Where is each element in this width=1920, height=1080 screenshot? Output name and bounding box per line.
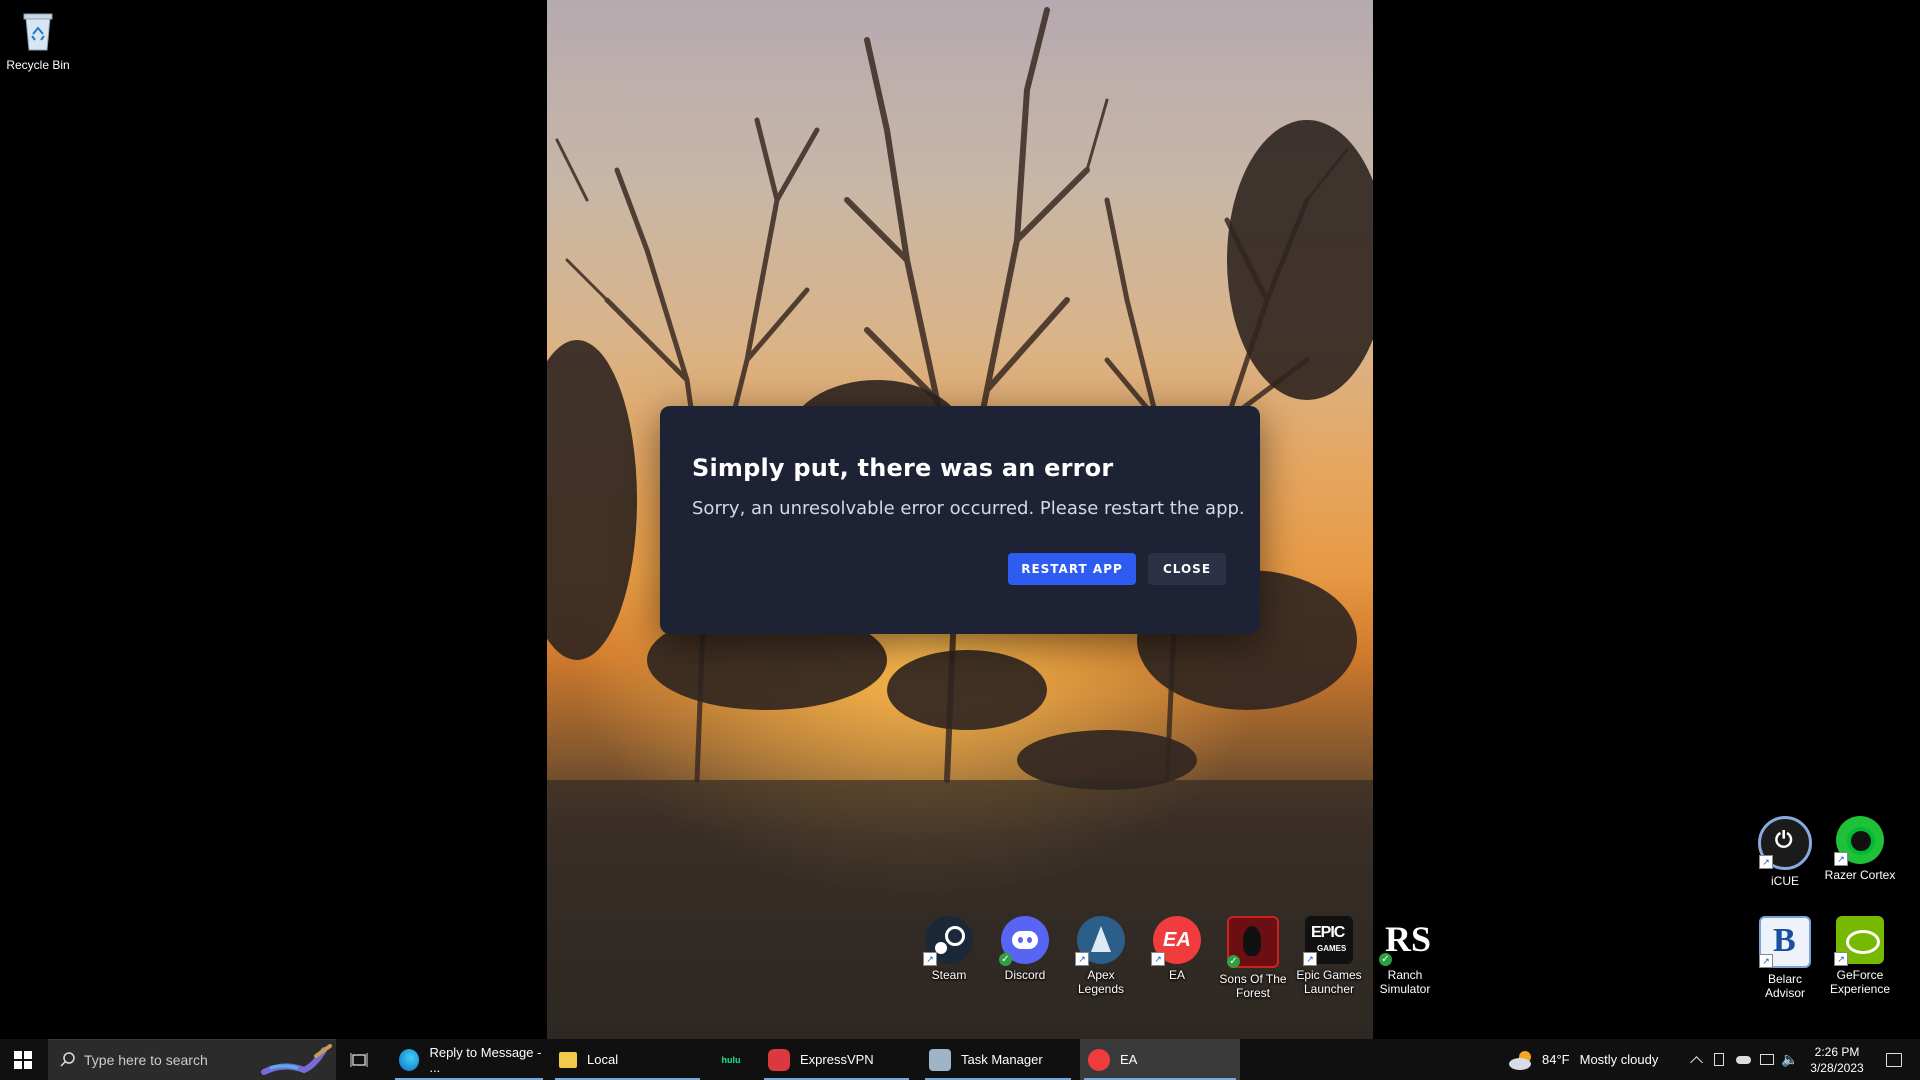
steam-shortcut[interactable]: ↗ Steam — [911, 916, 987, 982]
start-button[interactable] — [0, 1039, 46, 1080]
weather-cloud-sun-icon — [1509, 1050, 1531, 1070]
taskbar-app-explorer[interactable]: Local — [551, 1039, 704, 1080]
ranch-simulator-shortcut[interactable]: RS ✓ Ranch Simulator — [1367, 916, 1443, 996]
restart-app-button[interactable]: RESTART APP — [1008, 553, 1136, 585]
notification-icon — [1886, 1052, 1902, 1067]
ea-icon — [1088, 1048, 1110, 1071]
clock-time: 2:26 PM — [1814, 1044, 1860, 1059]
task-manager-icon — [929, 1048, 951, 1071]
notifications-button[interactable] — [1874, 1039, 1914, 1080]
windows-logo-icon — [14, 1050, 32, 1069]
ranch-simulator-icon: RS ✓ — [1379, 916, 1431, 966]
icue-icon: ⏻ ↗ — [1758, 816, 1812, 870]
taskbar-app-edge[interactable]: Reply to Message - ... — [391, 1039, 547, 1080]
tablet-icon — [1714, 1053, 1724, 1066]
steam-icon: ↗ — [923, 916, 973, 966]
tray-device-icon[interactable] — [1711, 1039, 1727, 1080]
recycle-bin-label: Recycle Bin — [6, 58, 70, 72]
apex-legends-label: Apex Legends — [1077, 968, 1125, 996]
taskbar-app-label: EA — [1120, 1052, 1138, 1067]
error-dialog: Simply put, there was an error Sorry, an… — [660, 406, 1260, 634]
icue-label: iCUE — [1770, 874, 1799, 888]
razer-cortex-label: Razer Cortex — [1824, 868, 1896, 882]
icue-shortcut[interactable]: ⏻ ↗ iCUE — [1747, 816, 1823, 888]
taskbar-app-label: Task Manager — [961, 1052, 1043, 1067]
discord-icon: ✓ — [999, 916, 1049, 966]
dialog-title: Simply put, there was an error — [692, 454, 1114, 482]
razer-cortex-icon: ↗ — [1834, 816, 1884, 866]
apex-legends-icon: ↗ — [1075, 916, 1125, 966]
weather-condition: Mostly cloudy — [1579, 1052, 1659, 1067]
sons-of-the-forest-shortcut[interactable]: ✓ Sons Of The Forest — [1215, 916, 1291, 1000]
network-icon — [1760, 1054, 1774, 1065]
onedrive-tray-icon[interactable] — [1733, 1039, 1753, 1080]
ea-label: EA — [1168, 968, 1185, 982]
epic-games-launcher-label: Epic Games Launcher — [1296, 968, 1362, 996]
volume-tray-icon[interactable]: 🔈 — [1779, 1039, 1801, 1080]
weather-widget[interactable]: 84°F Mostly cloudy — [1508, 1039, 1658, 1080]
sons-of-the-forest-icon: ✓ — [1227, 916, 1279, 968]
taskbar-app-task-manager[interactable]: Task Manager — [921, 1039, 1075, 1080]
search-highlight-brush-icon — [261, 1044, 332, 1075]
show-hidden-icons-button[interactable] — [1685, 1039, 1707, 1080]
belarc-advisor-label: Belarc Advisor — [1764, 972, 1805, 1000]
ea-icon: EA ↗ — [1151, 916, 1201, 966]
taskbar-search-box[interactable]: Type here to search — [48, 1039, 336, 1080]
chevron-up-icon — [1689, 1055, 1703, 1069]
belarc-advisor-shortcut[interactable]: B ↗ Belarc Advisor — [1747, 916, 1823, 1000]
clock[interactable]: 2:26 PM 3/28/2023 — [1804, 1039, 1870, 1080]
ea-shortcut[interactable]: EA ↗ EA — [1139, 916, 1215, 982]
apex-legends-shortcut[interactable]: ↗ Apex Legends — [1063, 916, 1139, 996]
taskbar-app-label: ExpressVPN — [800, 1052, 874, 1067]
razer-cortex-shortcut[interactable]: ↗ Razer Cortex — [1822, 816, 1898, 882]
speaker-icon: 🔈 — [1781, 1051, 1799, 1067]
clock-date: 3/28/2023 — [1810, 1060, 1864, 1075]
network-tray-icon[interactable] — [1757, 1039, 1777, 1080]
cloud-icon — [1735, 1055, 1751, 1064]
taskbar-app-label: Reply to Message - ... — [429, 1044, 542, 1075]
taskbar-app-expressvpn[interactable]: ExpressVPN — [760, 1039, 913, 1080]
steam-label: Steam — [931, 968, 967, 982]
task-view-icon — [350, 1052, 368, 1067]
taskbar-app-ea[interactable]: EA — [1080, 1039, 1240, 1080]
taskbar-app-label: Local — [587, 1052, 619, 1067]
epic-games-icon: EPIC GAMES ↗ — [1303, 916, 1353, 966]
discord-shortcut[interactable]: ✓ Discord — [987, 916, 1063, 982]
epic-games-launcher-shortcut[interactable]: EPIC GAMES ↗ Epic Games Launcher — [1291, 916, 1367, 996]
close-button[interactable]: CLOSE — [1148, 553, 1226, 585]
expressvpn-icon — [768, 1048, 790, 1071]
weather-temp: 84°F — [1542, 1052, 1570, 1067]
task-view-button[interactable] — [344, 1039, 374, 1080]
taskbar-app-hulu[interactable]: hulu — [712, 1039, 752, 1080]
belarc-advisor-icon: B ↗ — [1759, 916, 1811, 968]
recycle-bin-shortcut[interactable]: Recycle Bin — [0, 6, 76, 72]
edge-icon — [399, 1048, 420, 1071]
folder-icon — [559, 1051, 577, 1068]
search-placeholder: Type here to search — [84, 1052, 208, 1068]
hulu-icon: hulu — [720, 1048, 742, 1071]
recycle-bin-icon — [14, 6, 62, 54]
ranch-simulator-label: Ranch Simulator — [1379, 968, 1431, 996]
geforce-experience-icon: ↗ — [1834, 916, 1884, 966]
sons-of-the-forest-label: Sons Of The Forest — [1219, 972, 1287, 1000]
search-icon — [60, 1052, 75, 1067]
taskbar: Type here to search Reply to Message - .… — [0, 1039, 1920, 1080]
dialog-message: Sorry, an unresolvable error occurred. P… — [692, 498, 1245, 519]
discord-label: Discord — [1004, 968, 1046, 982]
geforce-experience-label: GeForce Experience — [1829, 968, 1891, 996]
geforce-experience-shortcut[interactable]: ↗ GeForce Experience — [1822, 916, 1898, 996]
